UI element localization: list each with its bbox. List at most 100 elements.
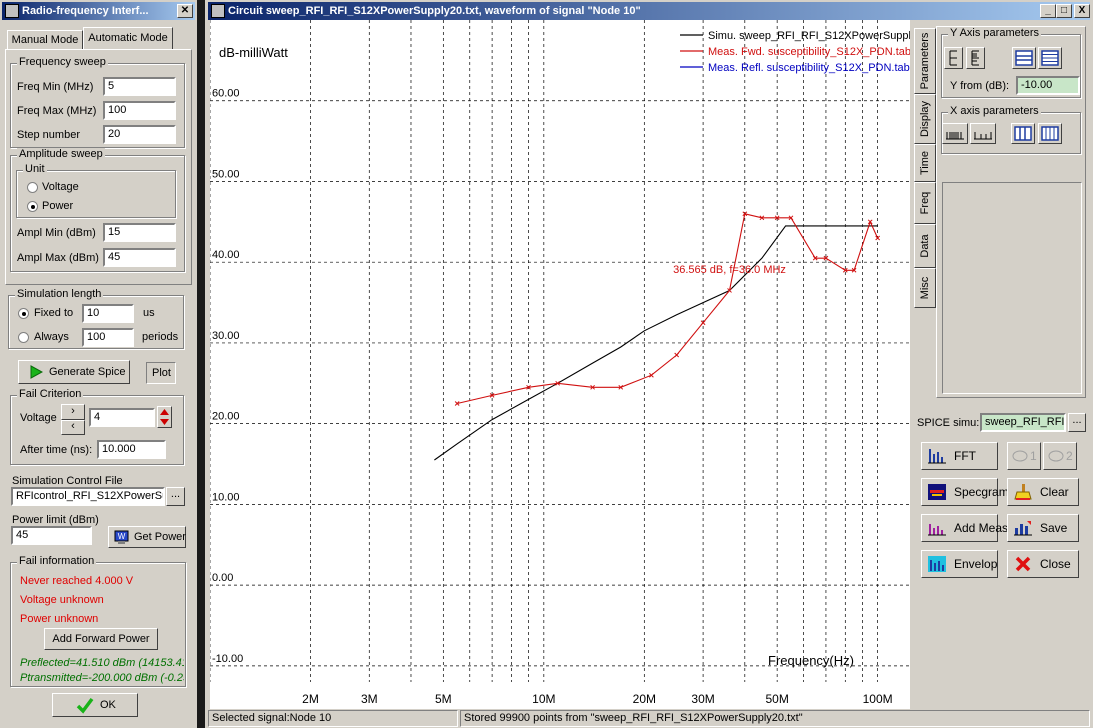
ampl-max-input[interactable]: 45 [103, 248, 176, 267]
y-tick-label: 0.00 [212, 572, 233, 584]
step-number-input[interactable]: 20 [103, 125, 176, 144]
frequency-sweep-title: Frequency sweep [17, 56, 108, 68]
freq-max-input[interactable]: 100 [103, 101, 176, 120]
close-label: Close [1040, 557, 1071, 571]
fail-voltage-input[interactable]: 4 [89, 408, 155, 427]
x-log-scale-button[interactable] [942, 123, 968, 144]
y-tick-label: 60.00 [212, 88, 240, 100]
sim-control-file-label: Simulation Control File [12, 475, 123, 487]
y-tick-label: 50.00 [212, 168, 240, 180]
increase-arrow-button[interactable]: › [61, 404, 85, 420]
fft-button[interactable]: FFT [921, 442, 998, 470]
generate-spice-button[interactable]: Generate Spice [18, 360, 130, 384]
x-tick-label: 10M [532, 692, 555, 706]
tab-display[interactable]: Display [914, 94, 936, 144]
amplitude-sweep-title: Amplitude sweep [17, 148, 105, 160]
power-radio[interactable] [27, 201, 38, 212]
y-tick-label: 10.00 [212, 491, 240, 503]
waveform-window-title: Circuit sweep_RFI_RFI_S12XPowerSupply20.… [228, 5, 641, 17]
fail-voltage-label: Voltage [20, 412, 57, 424]
x-grid-coarse-button[interactable] [1011, 123, 1035, 144]
x-tick-label: 100M [863, 692, 893, 706]
app-icon [5, 4, 19, 18]
fixed-to-input[interactable]: 10 [82, 304, 134, 323]
tab-data[interactable]: Data [914, 224, 936, 268]
tab-manual-mode[interactable]: Manual Mode [7, 30, 83, 50]
freq-min-input[interactable]: 5 [103, 77, 176, 96]
spice-simu-browse-button[interactable]: ... [1068, 413, 1086, 432]
probe-icon [1012, 450, 1028, 462]
x-tick-label: 30M [691, 692, 714, 706]
y-linear-scale-button[interactable] [944, 47, 963, 69]
status-stored-points: Stored 99900 points from "sweep_RFI_RFI_… [460, 710, 1090, 727]
x-linear-scale-button[interactable] [970, 123, 996, 144]
tab-parameters[interactable]: Parameters [914, 28, 936, 94]
ok-label: OK [100, 699, 116, 711]
always-label: Always [34, 331, 69, 343]
ptransmitted-readout: Ptransmitted=-200.000 dBm (-0.25 [20, 672, 184, 684]
unit-group: Unit [16, 163, 176, 218]
horizontal-grid-icon [1015, 50, 1033, 66]
save-button[interactable]: Save [1007, 514, 1079, 542]
waveform-window-titlebar[interactable]: Circuit sweep_RFI_RFI_S12XPowerSupply20.… [208, 2, 1090, 20]
add-meas-button[interactable]: Add Meas [921, 514, 1008, 542]
decrease-arrow-button[interactable]: ‹ [61, 420, 85, 435]
tab-time[interactable]: Time [914, 144, 936, 182]
browse-control-file-button[interactable]: ... [166, 487, 185, 506]
y-grid-fine-button[interactable] [1038, 47, 1062, 69]
y-tick-label: 30.00 [212, 330, 240, 342]
fixed-to-radio[interactable] [18, 308, 29, 319]
voltage-spinner[interactable] [157, 406, 172, 428]
close-icon[interactable]: ✕ [177, 4, 193, 18]
y-grid-coarse-button[interactable] [1012, 47, 1036, 69]
get-power-button[interactable]: W Get Power [108, 526, 186, 548]
clear-button[interactable]: Clear [1007, 478, 1079, 506]
probe-2-button[interactable]: 2 [1043, 442, 1077, 470]
specgram-button[interactable]: Specgram [921, 478, 1009, 506]
close-button[interactable]: Close [1007, 550, 1079, 578]
spice-simu-input[interactable]: sweep_RFI_RFI [980, 413, 1066, 432]
plot-checkbox[interactable]: Plot [146, 362, 176, 384]
save-label: Save [1040, 521, 1068, 535]
after-time-label: After time (ns): [20, 444, 93, 456]
add-forward-power-button[interactable]: Add Forward Power [44, 628, 158, 650]
y-log-scale-button[interactable] [966, 47, 985, 69]
maximize-icon[interactable]: □ [1056, 4, 1072, 18]
tab-data-label: Data [919, 234, 931, 258]
fail-info-line-3: Power unknown [20, 613, 99, 625]
always-input[interactable]: 100 [82, 328, 134, 347]
x-grid-fine-button[interactable] [1038, 123, 1062, 144]
tab-freq[interactable]: Freq [914, 182, 936, 224]
envelop-button[interactable]: Envelop [921, 550, 998, 578]
probe-icon [1048, 450, 1064, 462]
freq-max-label: Freq Max (MHz) [17, 105, 97, 117]
window-close-icon[interactable]: X [1074, 4, 1090, 18]
ampl-min-input[interactable]: 15 [103, 223, 176, 242]
generate-spice-label: Generate Spice [49, 366, 126, 378]
power-limit-input[interactable]: 45 [11, 526, 92, 545]
envelop-label: Envelop [954, 557, 998, 571]
waveform-chart[interactable]: -10.00 0.00 10.00 20.00 30.00 40.00 50.00 60.00… [209, 20, 917, 709]
sim-control-file-input[interactable]: RFIcontrol_RFI_S12XPowerSu [11, 487, 165, 506]
data-point-marker [674, 352, 680, 358]
x-axis-params-title: X axis parameters [948, 105, 1041, 117]
tab-misc[interactable]: Misc [914, 268, 936, 308]
probe-1-button[interactable]: 1 [1007, 442, 1041, 470]
always-radio[interactable] [18, 332, 29, 343]
voltage-radio[interactable] [27, 182, 38, 193]
tab-time-label: Time [919, 150, 931, 176]
tab-automatic-mode[interactable]: Automatic Mode [83, 27, 173, 50]
ok-button[interactable]: OK [52, 693, 138, 717]
y-from-input[interactable]: -10.00 [1016, 76, 1080, 95]
legend-entry: Meas. Refl. susceptibility_S12X_PDN.tab [708, 62, 910, 74]
fine-vertical-grid-icon [1041, 126, 1059, 141]
status-selected-signal: Selected signal:Node 10 [208, 710, 458, 727]
broom-icon [1014, 484, 1032, 500]
after-time-input[interactable]: 10.000 [97, 440, 166, 459]
y-tick-label: -10.00 [212, 653, 243, 665]
rfi-window-titlebar[interactable]: Radio-frequency Interf... ✕ [2, 2, 195, 20]
x-tick-label: 20M [633, 692, 656, 706]
minimize-icon[interactable]: _ [1040, 4, 1056, 18]
spinner-arrows-icon [160, 409, 169, 425]
plot-area[interactable]: -10.00 0.00 10.00 20.00 30.00 40.00 50.00 60.00… [209, 20, 917, 709]
